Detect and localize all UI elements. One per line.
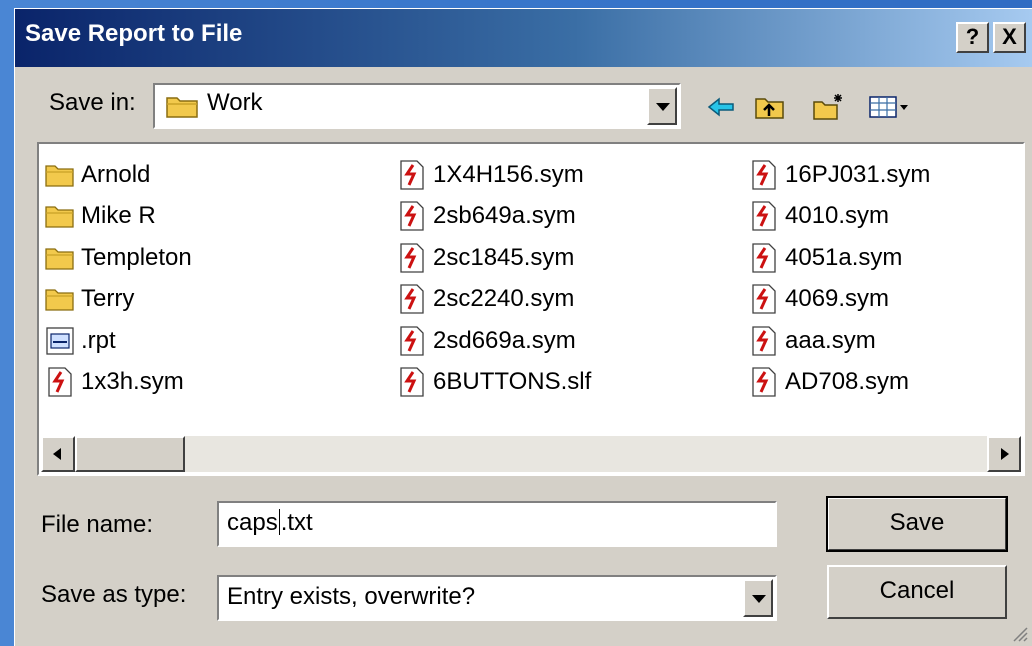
file-name: 2sc1845.sym (433, 243, 575, 271)
file-name: 4010.sym (785, 202, 890, 230)
up-folder-icon[interactable] (753, 91, 787, 123)
view-menu-icon[interactable] (867, 91, 911, 123)
dialog-title: Save Report to File (25, 20, 243, 47)
resize-grip-icon[interactable] (1010, 624, 1028, 642)
save-report-dialog: Save Report to File ? X Save in: Work Ar… (14, 8, 1032, 646)
file-name-label: File name: (41, 511, 154, 538)
file-name-text: caps (227, 509, 278, 536)
sym-file-icon (752, 325, 776, 356)
file-name: 1X4H156.sym (433, 161, 584, 188)
horizontal-scrollbar[interactable] (41, 436, 1021, 472)
cancel-button[interactable]: Cancel (827, 565, 1007, 619)
title-bar[interactable]: Save Report to File ? X (15, 9, 1032, 67)
sym-file-icon (752, 201, 776, 232)
file-name: aaa.sym (785, 326, 876, 354)
scroll-right-button[interactable] (987, 436, 1021, 472)
save-in-value: Work (207, 89, 263, 116)
file-name: Arnold (81, 161, 151, 188)
folder-icon (166, 97, 198, 118)
file-name: 6BUTTONS.slf (433, 368, 592, 395)
save-as-type-value: Entry exists, overwrite? (227, 583, 476, 610)
help-button[interactable]: ? (956, 22, 989, 53)
text-caret (278, 509, 280, 535)
scroll-left-button[interactable] (41, 436, 75, 472)
file-name: Terry (81, 285, 135, 313)
file-name: 4069.sym (785, 285, 890, 313)
save-as-type-dropdown-button[interactable] (743, 579, 773, 617)
sym-file-icon (48, 367, 72, 397)
save-in-label: Save in: (49, 89, 136, 116)
arrow-left-icon (53, 448, 61, 460)
file-name: 2sb649a.sym (433, 202, 576, 230)
save-as-type-label: Save as type: (41, 581, 187, 608)
save-in-combo[interactable]: Work (153, 83, 681, 129)
sym-file-icon (400, 367, 424, 397)
sym-file-icon (400, 243, 424, 273)
sym-file-icon (752, 367, 776, 397)
sym-file-icon (400, 160, 424, 190)
folder-icon (45, 248, 74, 270)
save-button[interactable]: Save (826, 496, 1008, 552)
sym-file-icon (400, 325, 424, 356)
save-in-dropdown-button[interactable] (647, 87, 677, 125)
file-name: Templeton (81, 243, 192, 271)
sym-file-icon (752, 243, 776, 273)
folder-icon (45, 289, 74, 311)
save-as-type-select[interactable]: Entry exists, overwrite? (217, 575, 777, 621)
new-folder-icon[interactable] (811, 91, 845, 123)
file-name: Mike R (81, 202, 156, 230)
file-name: 2sc2240.sym (433, 285, 575, 313)
back-icon[interactable] (705, 91, 739, 123)
arrow-right-icon (1001, 448, 1009, 460)
sym-file-icon (752, 284, 776, 314)
folder-icon (45, 165, 74, 187)
file-list[interactable]: Arnold Mike R Templeton Terry .rpt 1x3h.sym 1X… (37, 142, 1025, 476)
sym-file-icon (752, 160, 776, 190)
file-name: .rpt (81, 326, 116, 354)
file-name: 1x3h.sym (81, 368, 184, 395)
file-name: 16PJ031.sym (785, 161, 931, 188)
file-name: 4051a.sym (785, 243, 903, 271)
sym-file-icon (400, 284, 424, 314)
file-name: AD708.sym (785, 368, 910, 395)
report-file-icon (46, 326, 74, 355)
file-name: 2sd669a.sym (433, 326, 576, 354)
sym-file-icon (400, 201, 424, 232)
close-button[interactable]: X (993, 22, 1026, 53)
scroll-thumb[interactable] (75, 436, 185, 472)
file-name-extension: .txt (280, 509, 313, 536)
file-name-input[interactable]: caps .txt (217, 501, 777, 547)
folder-icon (45, 206, 74, 229)
